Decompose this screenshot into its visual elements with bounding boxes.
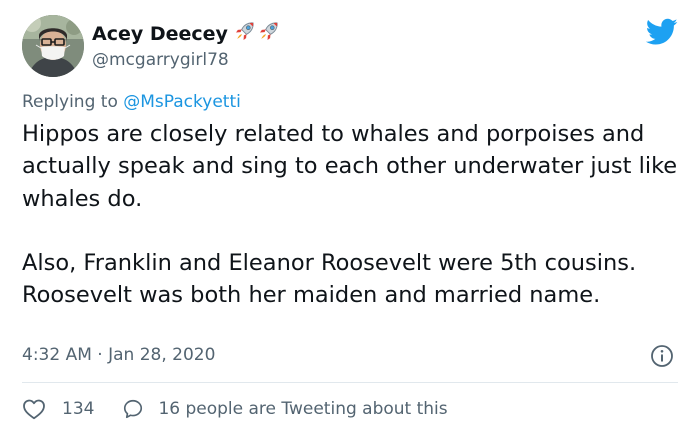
tweeting-about-label: 16 people are Tweeting about this <box>158 399 448 419</box>
author-name[interactable]: Acey Deecey <box>92 20 280 45</box>
divider <box>22 382 678 383</box>
replying-to: Replying to @MsPackyetti <box>22 92 241 112</box>
replying-to-mention[interactable]: @MsPackyetti <box>123 92 241 112</box>
heart-icon <box>23 399 45 420</box>
avatar[interactable] <box>22 15 84 77</box>
tweet-timestamp[interactable]: 4:32 AM · Jan 28, 2020 <box>22 345 215 365</box>
tweet-card: Acey Deecey @mcgarrygirl78 Replying to @… <box>0 0 700 437</box>
rocket-icon <box>235 22 254 40</box>
twitter-bird-icon[interactable] <box>646 18 678 46</box>
rocket-icon <box>259 22 278 40</box>
author-name-text: Acey Deecey <box>92 23 228 45</box>
info-icon[interactable] <box>650 344 674 368</box>
replying-to-label: Replying to <box>22 92 118 112</box>
tweet-paragraph: Also, Franklin and Eleanor Roosevelt wer… <box>22 249 637 309</box>
tweet-actions: 134 16 people are Tweeting about this <box>22 396 448 422</box>
author-handle[interactable]: @mcgarrygirl78 <box>92 50 229 70</box>
tweet-paragraph: Hippos are closely related to whales and… <box>22 121 678 212</box>
avatar-image <box>22 15 84 77</box>
tweeting-about-this[interactable]: 16 people are Tweeting about this <box>122 398 448 420</box>
like-button[interactable]: 134 <box>22 398 94 420</box>
comment-bubble-icon <box>124 399 143 419</box>
tweet-text: Hippos are closely related to whales and… <box>22 118 682 311</box>
name-emoji-group <box>234 20 280 42</box>
like-count: 134 <box>62 399 95 419</box>
